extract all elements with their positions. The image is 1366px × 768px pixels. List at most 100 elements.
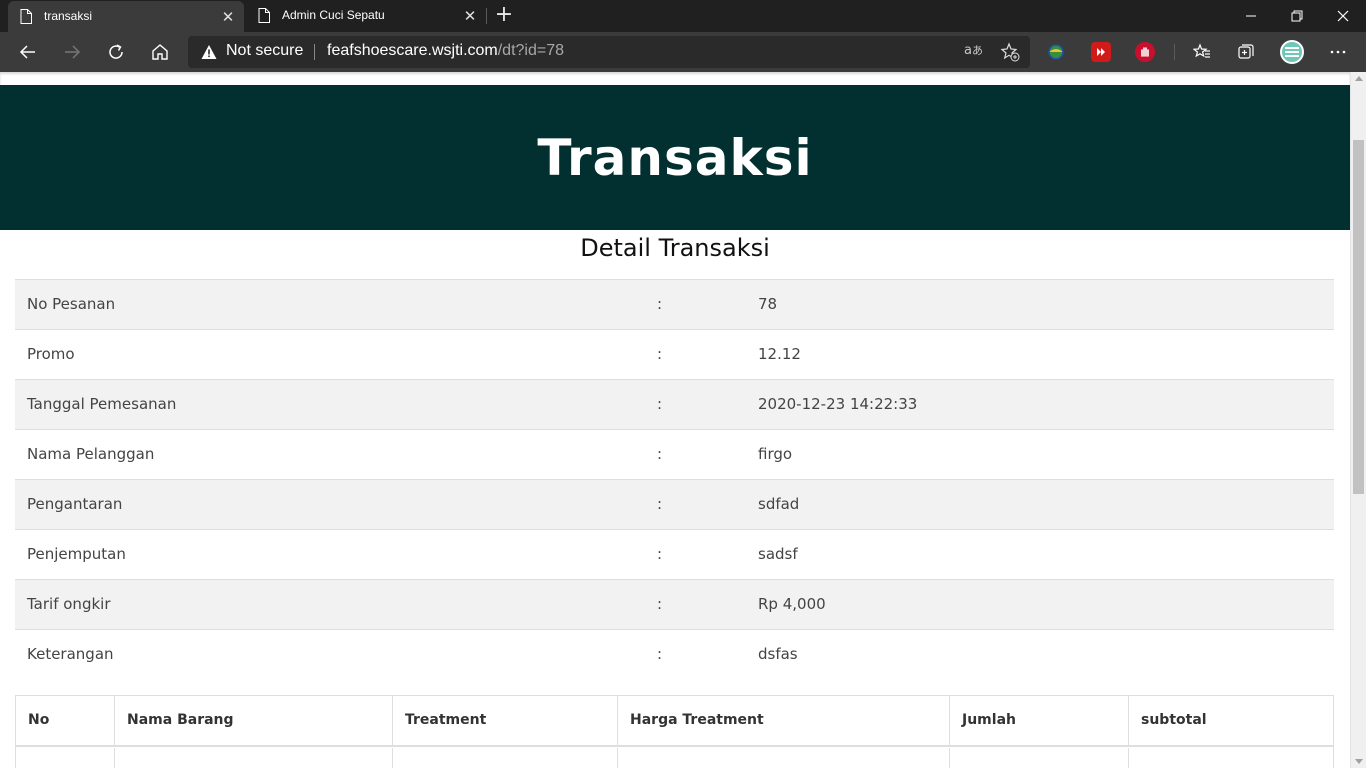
detail-separator: : bbox=[657, 595, 663, 613]
minimize-button[interactable] bbox=[1228, 0, 1274, 32]
detail-row-keterangan: Keterangan : dsfas bbox=[15, 629, 1334, 679]
warning-icon bbox=[201, 45, 217, 59]
table-cell bbox=[950, 748, 1129, 768]
detail-label: Promo bbox=[27, 345, 75, 363]
detail-label: Penjemputan bbox=[27, 545, 126, 563]
extension-globe-icon[interactable] bbox=[1046, 42, 1066, 62]
extension-adblock-icon[interactable] bbox=[1135, 42, 1155, 62]
detail-row-tarif-ongkir: Tarif ongkir : Rp 4,000 bbox=[15, 579, 1334, 629]
minimize-icon bbox=[1246, 15, 1256, 17]
home-button[interactable] bbox=[144, 36, 176, 68]
detail-separator: : bbox=[657, 495, 663, 513]
restore-icon bbox=[1291, 10, 1303, 22]
page-icon bbox=[20, 9, 32, 24]
page-top-edge bbox=[0, 72, 1350, 85]
url-host: feafshoescare.wsjti.com bbox=[327, 42, 498, 59]
detail-value: sdfad bbox=[758, 495, 800, 513]
address-bar[interactable]: Not secure feafshoescare.wsjti.com/dt?id… bbox=[188, 36, 1030, 68]
reload-icon bbox=[109, 44, 123, 59]
browser-tab-strip: transaksi ✕ Admin Cuci Sepatu ✕ + bbox=[0, 0, 1366, 32]
home-icon bbox=[152, 44, 168, 60]
scroll-up-arrow-icon[interactable] bbox=[1355, 76, 1363, 81]
items-table-header: No Nama Barang Treatment Harga Treatment… bbox=[16, 696, 1333, 747]
detail-label: Tarif ongkir bbox=[27, 595, 111, 613]
column-header-label: Harga Treatment bbox=[630, 712, 764, 728]
close-tab-icon[interactable]: ✕ bbox=[218, 7, 238, 27]
detail-value: sadsf bbox=[758, 545, 798, 563]
detail-label: Nama Pelanggan bbox=[27, 445, 155, 463]
detail-value: 12.12 bbox=[758, 345, 801, 363]
new-tab-button[interactable]: + bbox=[492, 4, 516, 28]
scrollbar-thumb[interactable] bbox=[1353, 140, 1364, 494]
column-header-label: Nama Barang bbox=[127, 712, 234, 728]
detail-row-tanggal-pemesanan: Tanggal Pemesanan : 2020-12-23 14:22:33 bbox=[15, 379, 1334, 429]
tab-title: Admin Cuci Sepatu bbox=[282, 8, 385, 22]
column-header-label: No bbox=[28, 712, 50, 728]
detail-separator: : bbox=[657, 295, 663, 313]
settings-menu-button[interactable] bbox=[1322, 36, 1354, 68]
section-title: Detail Transaksi bbox=[580, 234, 770, 262]
back-button[interactable] bbox=[12, 36, 44, 68]
address-divider bbox=[314, 44, 315, 60]
items-table: No Nama Barang Treatment Harga Treatment… bbox=[15, 695, 1334, 768]
tab-title: transaksi bbox=[44, 9, 93, 23]
read-aloud-icon[interactable]: aあ bbox=[964, 42, 983, 58]
detail-row-penjemputan: Penjemputan : sadsf bbox=[15, 529, 1334, 579]
tab-divider bbox=[486, 8, 487, 24]
reload-button[interactable] bbox=[100, 36, 132, 68]
close-window-icon bbox=[1337, 10, 1349, 22]
column-header-subtotal: subtotal bbox=[1129, 696, 1333, 747]
table-cell bbox=[16, 748, 115, 768]
column-header-label: subtotal bbox=[1141, 712, 1207, 728]
url-text[interactable]: feafshoescare.wsjti.com/dt?id=78 bbox=[327, 42, 564, 60]
more-options-icon bbox=[1330, 50, 1346, 54]
tab-admin-cuci-sepatu[interactable]: Admin Cuci Sepatu ✕ bbox=[246, 0, 486, 32]
arrow-left-icon bbox=[19, 45, 35, 59]
page-icon bbox=[258, 8, 270, 23]
favorites-icon bbox=[1193, 43, 1210, 58]
column-header-label: Treatment bbox=[405, 712, 487, 728]
detail-separator: : bbox=[657, 445, 663, 463]
detail-row-pengantaran: Pengantaran : sdfad bbox=[15, 479, 1334, 529]
column-header-nama-barang: Nama Barang bbox=[115, 696, 393, 747]
add-favorite-icon[interactable] bbox=[1000, 42, 1020, 62]
page-title: Transaksi bbox=[537, 129, 813, 187]
detail-row-nama-pelanggan: Nama Pelanggan : firgo bbox=[15, 429, 1334, 479]
detail-value: firgo bbox=[758, 445, 793, 463]
detail-label: No Pesanan bbox=[27, 295, 116, 313]
toolbar-divider bbox=[1174, 44, 1175, 60]
table-cell bbox=[393, 748, 618, 768]
tab-transaksi[interactable]: transaksi ✕ bbox=[8, 1, 244, 32]
detail-separator: : bbox=[657, 545, 663, 563]
column-header-harga-treatment: Harga Treatment bbox=[618, 696, 950, 747]
column-header-jumlah: Jumlah bbox=[950, 696, 1129, 747]
detail-row-promo: Promo : 12.12 bbox=[15, 329, 1334, 379]
detail-label: Keterangan bbox=[27, 645, 114, 663]
table-cell bbox=[115, 748, 393, 768]
column-header-label: Jumlah bbox=[962, 712, 1016, 728]
close-tab-icon[interactable]: ✕ bbox=[460, 6, 480, 26]
detail-value: 78 bbox=[758, 295, 778, 313]
collections-button[interactable] bbox=[1230, 36, 1262, 68]
detail-separator: : bbox=[657, 395, 663, 413]
detail-separator: : bbox=[657, 645, 663, 663]
detail-separator: : bbox=[657, 345, 663, 363]
extension-media-icon[interactable] bbox=[1091, 42, 1111, 62]
profile-avatar[interactable] bbox=[1280, 40, 1304, 64]
forward-button[interactable] bbox=[56, 36, 88, 68]
vertical-scrollbar[interactable] bbox=[1350, 72, 1366, 768]
close-window-button[interactable] bbox=[1320, 0, 1366, 32]
scroll-down-arrow-icon[interactable] bbox=[1355, 759, 1363, 764]
restore-button[interactable] bbox=[1274, 0, 1320, 32]
detail-row-no-pesanan: No Pesanan : 78 bbox=[15, 279, 1334, 329]
favorites-button[interactable] bbox=[1186, 36, 1218, 68]
detail-value: 2020-12-23 14:22:33 bbox=[758, 395, 918, 413]
column-header-no: No bbox=[16, 696, 115, 747]
detail-label: Pengantaran bbox=[27, 495, 123, 513]
hero-banner: Transaksi bbox=[0, 85, 1350, 230]
url-path: /dt?id=78 bbox=[497, 42, 565, 59]
security-label[interactable]: Not secure bbox=[226, 42, 303, 60]
table-cell bbox=[618, 748, 950, 768]
detail-value: dsfas bbox=[758, 645, 798, 663]
detail-label: Tanggal Pemesanan bbox=[27, 395, 177, 413]
